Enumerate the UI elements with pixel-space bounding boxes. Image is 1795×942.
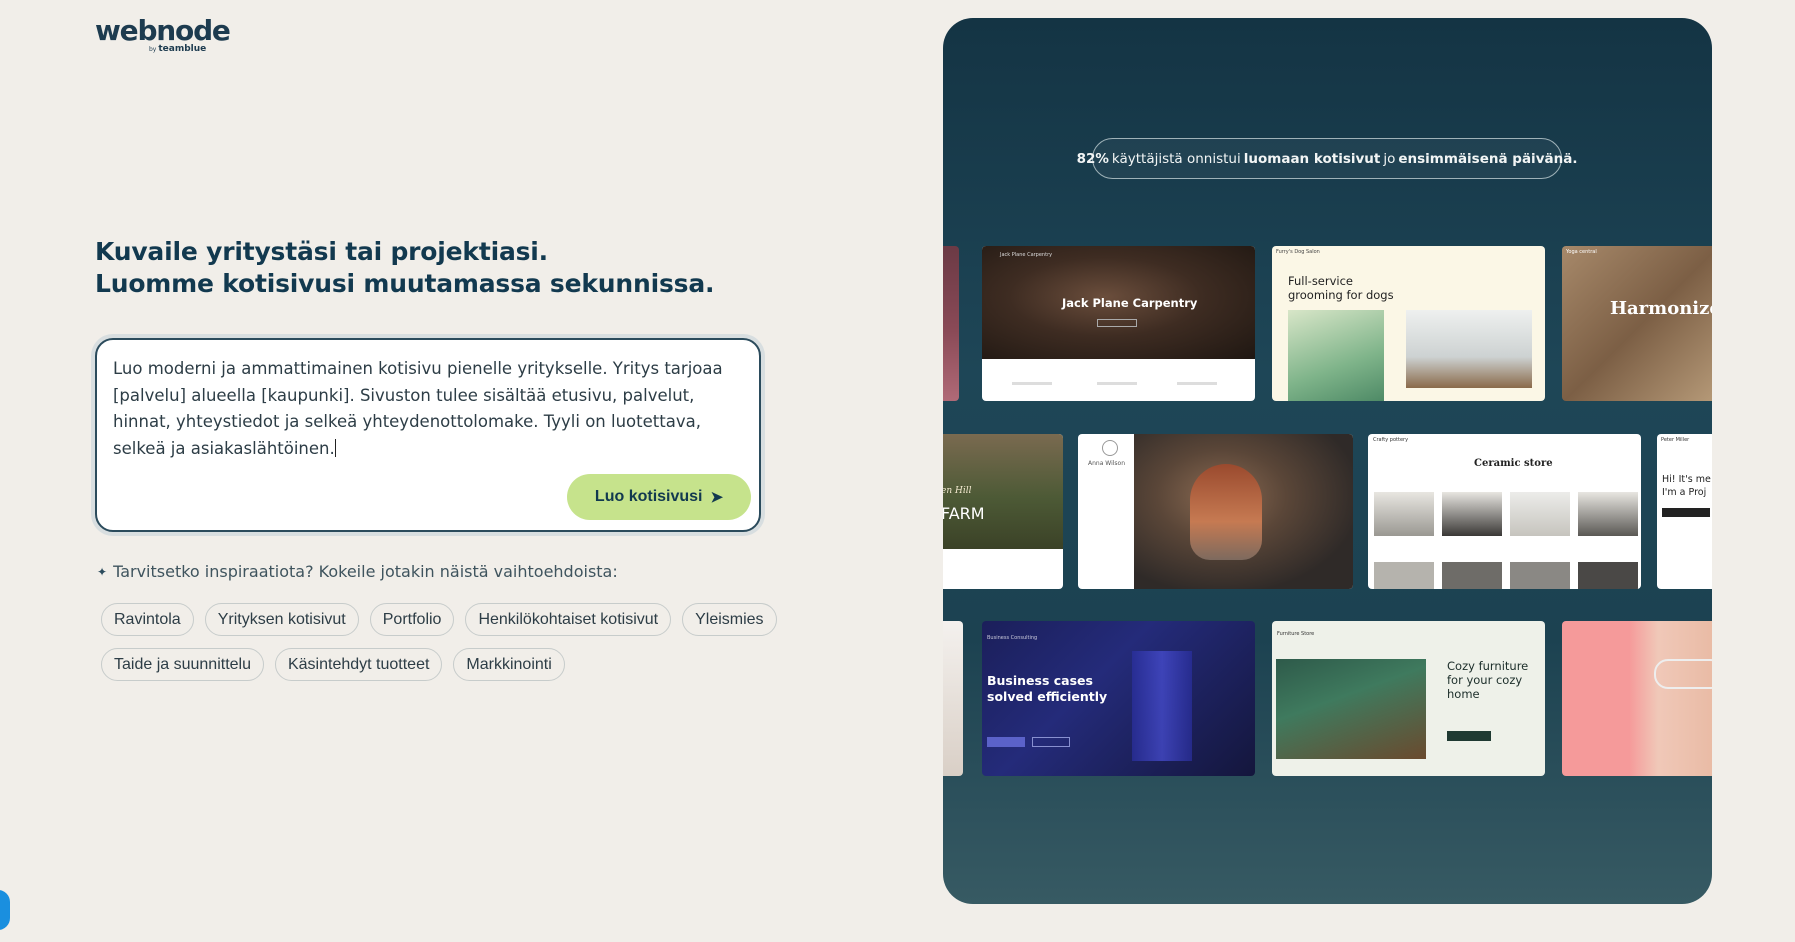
stat-bold-1: luomaan kotisivut — [1243, 150, 1381, 167]
template-thumb-yoga: Yoga central Harmonize — [1562, 246, 1712, 401]
template-thumb-ceramic-store: Crafty pottery Ceramic store — [1368, 434, 1641, 589]
chip-markkinointi[interactable]: Markkinointi — [453, 648, 565, 681]
yoga-title: Harmonize — [1610, 298, 1712, 319]
template-thumb-partial-left-1 — [943, 246, 959, 401]
description-text[interactable]: Luo moderni ja ammattimainen kotisivu pi… — [113, 356, 733, 462]
template-thumb-dog-salon: Furry's Dog Salon Full-service grooming … — [1272, 246, 1545, 401]
template-showcase-panel: 82% käyttäjistä onnistui luomaan kotisiv… — [943, 18, 1712, 904]
peter-line-2: I'm a Proj — [1662, 487, 1707, 498]
pottery-title: Ceramic store — [1474, 458, 1553, 469]
chip-taide-ja-suunnittelu[interactable]: Taide ja suunnittelu — [101, 648, 264, 681]
template-thumb-business-consulting: Business Consulting Business cases solve… — [982, 621, 1255, 776]
chip-yleismies[interactable]: Yleismies — [682, 603, 777, 636]
stat-text-2: jo — [1383, 150, 1396, 167]
logo-wordmark: webnode — [95, 14, 231, 47]
business-nav: Business Consulting — [987, 635, 1038, 641]
description-textarea[interactable]: Luo moderni ja ammattimainen kotisivu pi… — [95, 338, 761, 532]
suggestion-chips: Ravintola Yrityksen kotisivut Portfolio … — [101, 603, 821, 693]
chip-portfolio[interactable]: Portfolio — [369, 603, 455, 636]
template-thumb-carpentry: Jack Plane Carpentry Jack Plane Carpentr… — [982, 246, 1255, 401]
create-website-label: Luo kotisivusi — [594, 488, 703, 505]
anna-name: Anna Wilson — [1088, 460, 1126, 467]
furniture-title-1: Cozy furniture — [1447, 659, 1529, 673]
dogs-title-2: grooming for dogs — [1288, 288, 1394, 302]
page-headline: Kuvaile yritystäsi tai projektiasi. Luom… — [95, 236, 795, 300]
peter-line-1: Hi! It's me — [1662, 474, 1711, 485]
logo-brand: teamblue — [158, 44, 207, 54]
template-thumb-partial-left-3 — [943, 621, 963, 776]
template-thumb-farm: en Hill FARM — [943, 434, 1063, 589]
carpentry-title: Jack Plane Carpentry — [1062, 296, 1198, 310]
headline-line-1: Kuvaile yritystäsi tai projektiasi. — [95, 237, 548, 266]
webnode-logo[interactable]: webnode by teamblue — [95, 16, 235, 56]
inspiration-hint: ✦ Tarvitsetko inspiraatiota? Kokeile jot… — [97, 562, 618, 581]
chip-row-1: Ravintola Yrityksen kotisivut Portfolio … — [101, 603, 821, 636]
description-value: Luo moderni ja ammattimainen kotisivu pi… — [113, 359, 723, 458]
chip-ravintola[interactable]: Ravintola — [101, 603, 194, 636]
create-website-button[interactable]: Luo kotisivusi ➤ — [567, 474, 751, 520]
logo-by: by — [149, 46, 157, 53]
furniture-nav: Furniture Store — [1277, 631, 1315, 637]
template-thumb-peter-miller: Peter Miller Hi! It's me I'm a Proj — [1657, 434, 1712, 589]
pottery-nav: Crafty pottery — [1373, 437, 1409, 443]
chip-row-2: Taide ja suunnittelu Käsintehdyt tuottee… — [101, 648, 821, 681]
stat-text-1: käyttäjistä onnistui — [1111, 150, 1241, 167]
success-stat-badge: 82% käyttäjistä onnistui luomaan kotisiv… — [1077, 138, 1577, 179]
dogs-nav: Furry's Dog Salon — [1276, 249, 1320, 255]
farm-subtitle: en Hill — [943, 486, 972, 496]
template-thumb-furniture-store: Furniture Store Cozy furniture for your … — [1272, 621, 1545, 776]
dogs-title-1: Full-service — [1288, 274, 1354, 288]
chip-kasintehdyt-tuotteet[interactable]: Käsintehdyt tuotteet — [274, 648, 443, 681]
chat-widget-button[interactable] — [0, 890, 10, 930]
stat-percent: 82% — [1076, 150, 1109, 167]
logo-tagline: by teamblue — [149, 44, 206, 54]
stat-bold-2: ensimmäisenä päivänä. — [1398, 150, 1578, 167]
business-title-2: solved efficiently — [987, 689, 1108, 704]
carpentry-nav: Jack Plane Carpentry — [1000, 252, 1053, 258]
business-title-1: Business cases — [987, 673, 1093, 688]
send-arrow-icon: ➤ — [710, 489, 724, 506]
yoga-nav: Yoga central — [1566, 249, 1597, 255]
furniture-title-3: home — [1447, 687, 1480, 701]
template-thumb-beauty — [1562, 621, 1712, 776]
peter-nav: Peter Miller — [1661, 437, 1690, 443]
headline-line-2: Luomme kotisivusi muutamassa sekunnissa. — [95, 269, 715, 298]
inspiration-label: Tarvitsetko inspiraatiota? Kokeile jotak… — [113, 562, 618, 581]
sparkle-icon: ✦ — [97, 564, 108, 579]
furniture-title-2: for your cozy — [1447, 673, 1523, 687]
text-caret — [334, 438, 336, 457]
template-thumb-anna-wilson: Anna Wilson — [1078, 434, 1353, 589]
chip-henkilokohtaiset-kotisivut[interactable]: Henkilökohtaiset kotisivut — [465, 603, 672, 636]
chip-yrityksen-kotisivut[interactable]: Yrityksen kotisivut — [204, 603, 359, 636]
farm-title: FARM — [943, 504, 985, 523]
